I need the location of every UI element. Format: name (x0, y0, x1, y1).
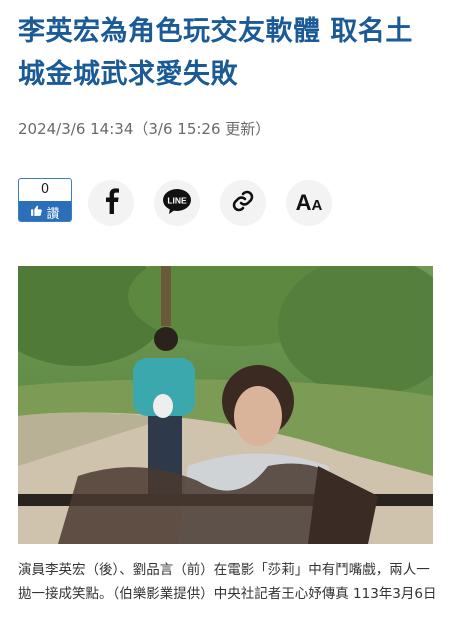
link-icon (231, 189, 255, 217)
like-count: 0 (40, 182, 50, 197)
font-size-icon: AA (296, 190, 323, 216)
facebook-share-button[interactable] (88, 180, 134, 226)
article-title: 李英宏為角色玩交友軟體 取名土城金城武求愛失敗 (18, 16, 413, 90)
photo-caption: 演員李英宏（後）、劉品言（前）在電影「莎莉」中有鬥嘴戲，兩人一拋一接成笑點。（伯… (18, 562, 437, 602)
photo-illustration (18, 266, 433, 544)
like-label: 讚 (46, 206, 60, 222)
copy-link-button[interactable] (220, 180, 266, 226)
line-icon-text: LINE (167, 196, 187, 206)
facebook-icon (101, 188, 121, 218)
thumbs-up-icon (30, 204, 43, 221)
font-size-button[interactable]: AA (286, 180, 332, 226)
like-button[interactable]: 0 讚 (18, 178, 72, 222)
font-size-small: A (311, 197, 323, 214)
font-size-large: A (295, 190, 312, 215)
line-icon: LINE (162, 188, 192, 218)
line-share-button[interactable]: LINE (154, 180, 200, 226)
publish-timestamp: 2024/3/6 14:34（3/6 15:26 更新） (18, 120, 271, 138)
article-photo (18, 266, 433, 544)
